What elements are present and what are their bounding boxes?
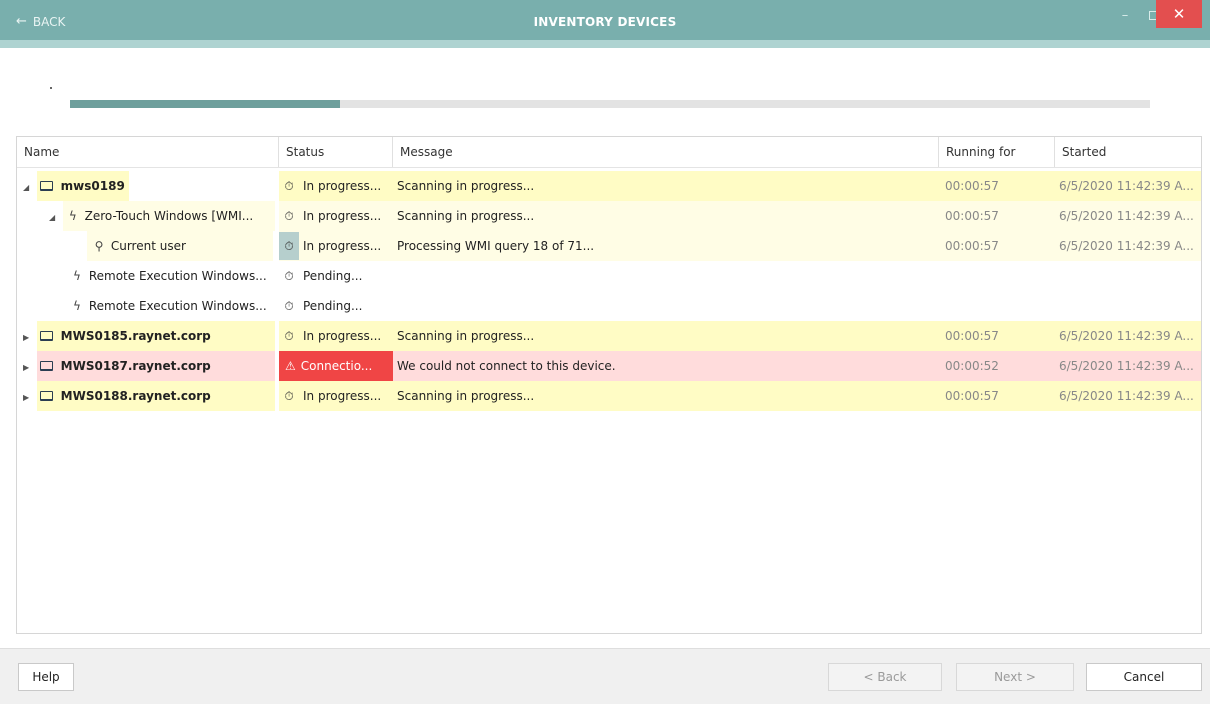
stopwatch-icon: ⏱ [284,179,294,193]
column-header-name[interactable]: Name [17,137,279,167]
status-dot [50,87,52,89]
query-name: Current user [110,239,186,253]
plug-icon: ϟ [73,299,81,313]
running-for-text: 00:00:57 [939,381,1055,411]
started-text: 6/5/2020 11:42:39 A... [1055,231,1201,261]
running-for-text: 00:00:57 [939,231,1055,261]
error-status-badge: ⚠ Connectio... [279,351,393,381]
expand-arrow-icon[interactable]: ▶ [23,353,33,381]
computer-icon [39,331,53,341]
table-row[interactable]: ϟ Remote Execution Windows... ⏱ Pending..… [17,261,1201,291]
message-text: Scanning in progress... [393,321,939,351]
started-text: 6/5/2020 11:42:39 A... [1055,351,1201,381]
device-name: MWS0185.raynet.corp [60,329,211,343]
cancel-button[interactable]: Cancel [1086,663,1202,691]
stopwatch-icon: ⏱ [279,232,299,260]
status-text: Pending... [303,269,363,283]
running-for-text: 00:00:52 [939,351,1055,381]
devices-grid: Name Status Message Running for Started … [16,136,1202,634]
connector-name: Zero-Touch Windows [WMI... [84,209,254,223]
device-name: mws0189 [60,179,125,193]
column-header-message[interactable]: Message [393,137,939,167]
status-text: In progress... [303,209,382,223]
plug-icon: ϟ [68,209,77,223]
back-button[interactable]: < Back [828,663,942,691]
stopwatch-icon: ⏱ [284,269,294,283]
running-for-text: 00:00:57 [939,201,1055,231]
table-row[interactable]: ▶ MWS0188.raynet.corp ⏱ In progress... Sc… [17,381,1201,411]
column-header-started[interactable]: Started [1055,137,1201,167]
started-text: 6/5/2020 11:42:39 A... [1055,171,1201,201]
device-name: MWS0187.raynet.corp [60,359,211,373]
plug-icon: ϟ [73,269,81,283]
column-header-status[interactable]: Status [279,137,393,167]
computer-icon [39,391,53,401]
status-text: Connectio... [300,359,373,373]
grid-header: Name Status Message Running for Started [17,137,1201,168]
message-text: Scanning in progress... [393,381,939,411]
window-title: INVENTORY DEVICES [533,15,677,29]
progress-fill [70,100,340,108]
table-row[interactable]: ⚲ Current user ⏱ In progress... Processin… [17,231,1201,261]
stopwatch-icon: ⏱ [284,329,294,343]
device-name: MWS0188.raynet.corp [60,389,211,403]
help-button[interactable]: Help [18,663,74,691]
connector-name: Remote Execution Windows... [88,269,267,283]
status-text: Pending... [303,299,363,313]
started-text: 6/5/2020 11:42:39 A... [1055,321,1201,351]
started-text: 6/5/2020 11:42:39 A... [1055,201,1201,231]
close-button[interactable]: ✕ [1156,0,1202,28]
message-text: Processing WMI query 18 of 71... [393,231,939,261]
computer-icon [39,361,53,371]
expand-arrow-icon[interactable]: ▶ [23,383,33,411]
stopwatch-icon: ⏱ [284,299,294,313]
footer-bar: Help < Back Next > Cancel [0,648,1210,704]
stopwatch-icon: ⏱ [284,389,294,403]
started-text: 6/5/2020 11:42:39 A... [1055,381,1201,411]
column-header-running-for[interactable]: Running for [939,137,1055,167]
minimize-button[interactable]: – [1112,0,1138,30]
collapse-arrow-icon[interactable]: ◢ [23,173,33,201]
table-row[interactable]: ◢ mws0189 ⏱ In progress... Scanning in pr… [17,171,1201,201]
status-text: In progress... [303,179,382,193]
message-text: Scanning in progress... [393,201,939,231]
stopwatch-icon: ⏱ [284,209,294,223]
title-bar: ← BACK INVENTORY DEVICES – ✕ [0,0,1210,48]
status-text: In progress... [303,389,382,403]
computer-icon [39,181,53,191]
expand-arrow-icon[interactable]: ▶ [23,323,33,351]
connector-name: Remote Execution Windows... [88,299,267,313]
running-for-text: 00:00:57 [939,171,1055,201]
message-text: Scanning in progress... [393,171,939,201]
status-text: In progress... [303,239,382,253]
collapse-arrow-icon[interactable]: ◢ [49,203,59,231]
next-button[interactable]: Next > [956,663,1074,691]
warning-icon: ⚠ [285,359,296,373]
table-row[interactable]: ▶ MWS0187.raynet.corp ⚠ Connectio... We … [17,351,1201,381]
progress-bar [70,100,1150,108]
table-row[interactable]: ▶ MWS0185.raynet.corp ⏱ In progress... Sc… [17,321,1201,351]
table-row[interactable]: ϟ Remote Execution Windows... ⏱ Pending..… [17,291,1201,321]
user-icon: ⚲ [94,239,104,253]
message-text: We could not connect to this device. [393,351,939,381]
table-row[interactable]: ◢ ϟ Zero-Touch Windows [WMI... ⏱ In progr… [17,201,1201,231]
status-text: In progress... [303,329,382,343]
running-for-text: 00:00:57 [939,321,1055,351]
